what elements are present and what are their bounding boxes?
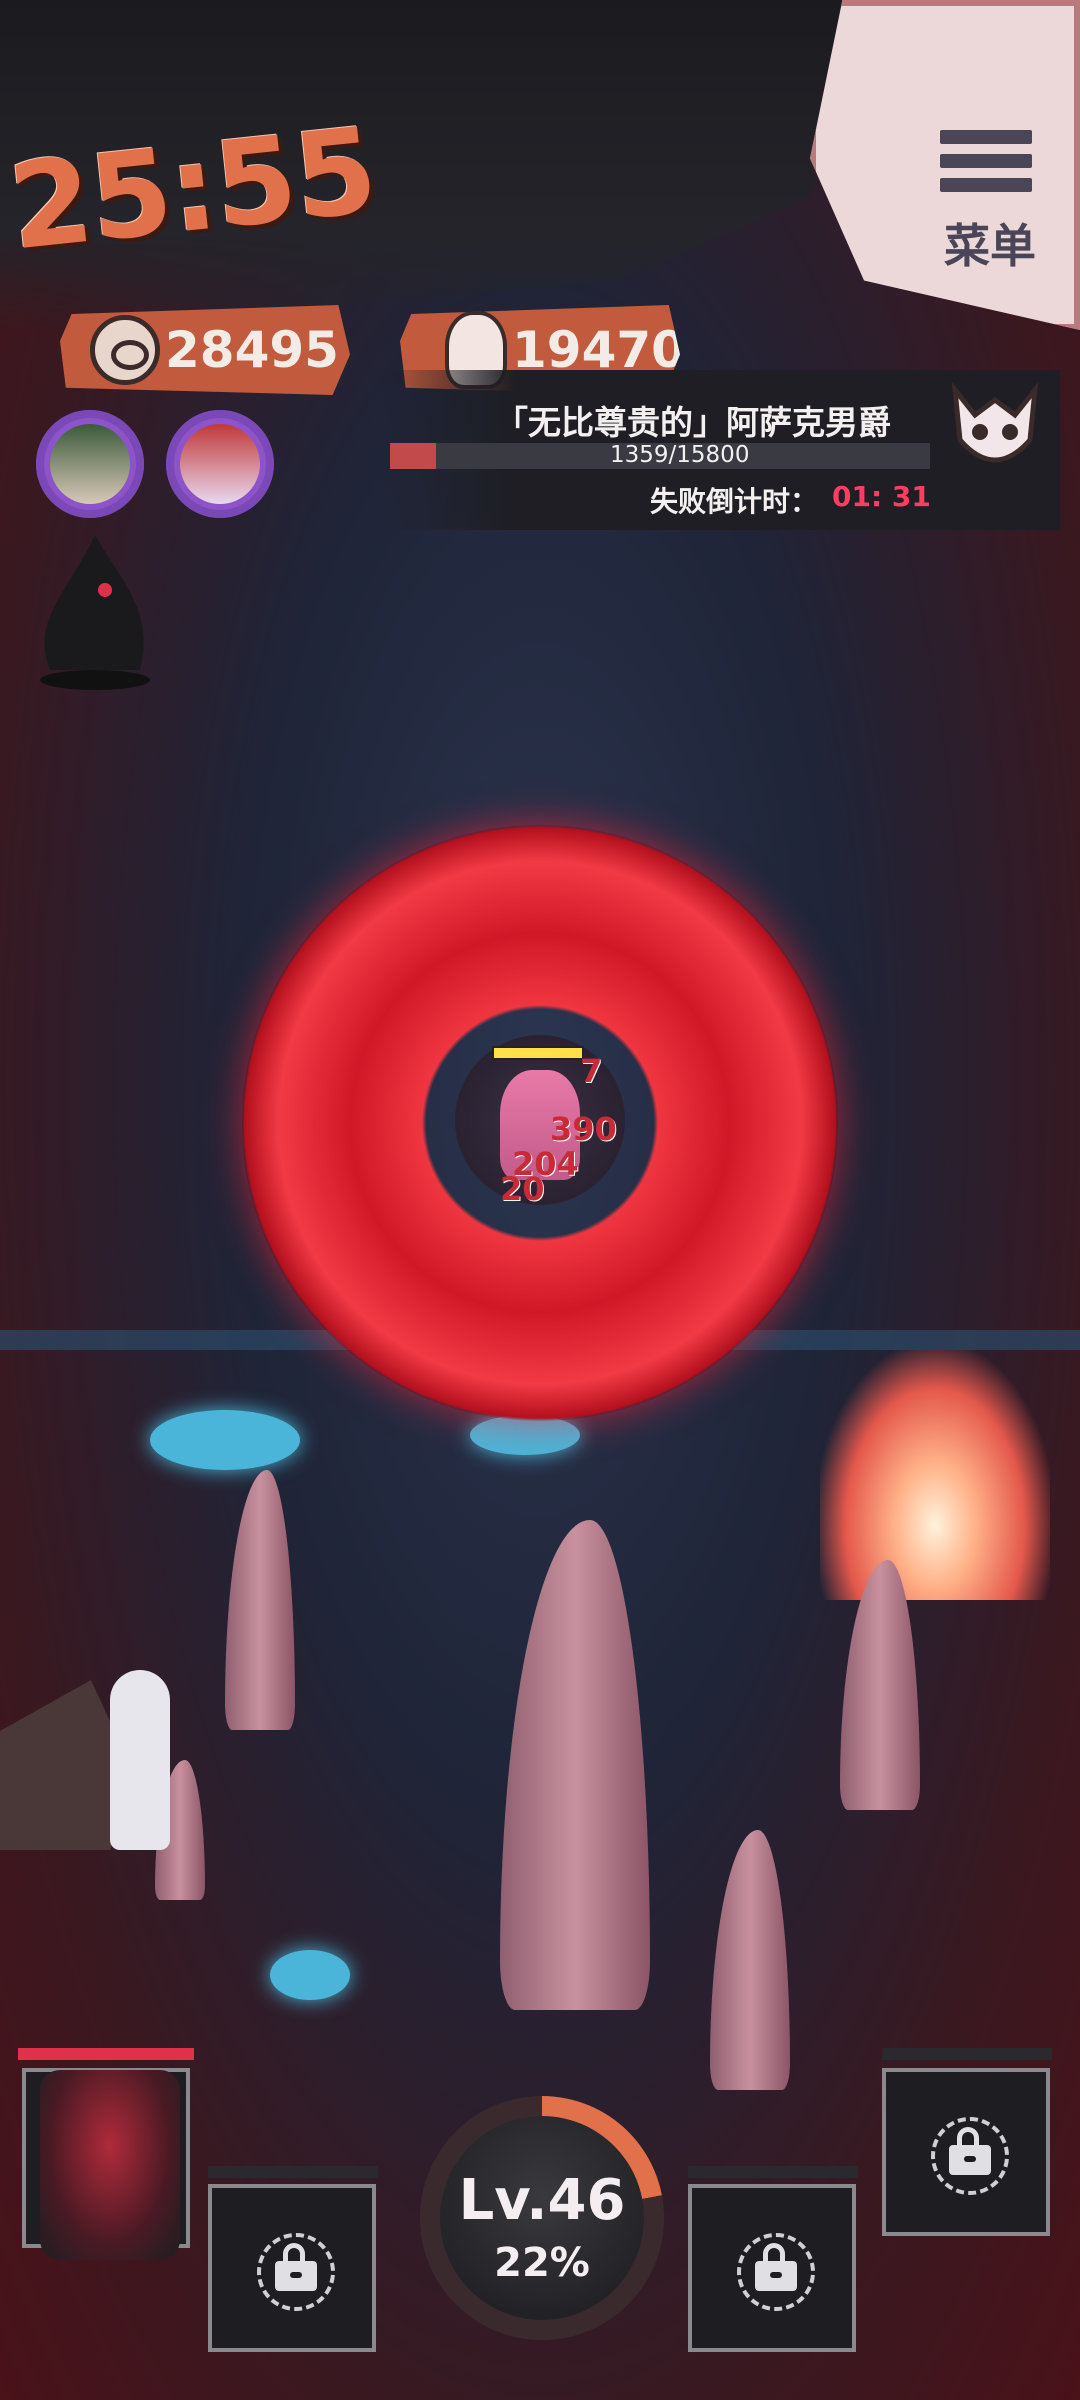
slot-cap [208, 2166, 378, 2178]
slot-cap [882, 2048, 1052, 2060]
lily-pad [470, 1415, 580, 1455]
menu-label[interactable]: 菜单 [930, 210, 1050, 276]
fail-countdown-label: 失败倒计时： [650, 485, 819, 518]
menu-icon[interactable] [940, 130, 1032, 194]
bonfire [820, 1350, 1050, 1600]
skill-slot-3[interactable] [688, 2184, 856, 2352]
boss-name: 「无比尊贵的」阿萨克男爵 [495, 403, 891, 442]
tentacle [710, 1830, 790, 2090]
damage-number: 20 [500, 1170, 545, 1208]
player-hp-bar [492, 1046, 584, 1060]
tentacle [225, 1470, 295, 1730]
hero-portrait-2[interactable] [166, 410, 274, 518]
dark-flame-icon [40, 535, 150, 690]
damage-number: 390 [550, 1110, 617, 1148]
lily-pad [270, 1950, 350, 2000]
boss-emblem-icon [951, 381, 1039, 463]
hero-portrait-1[interactable] [36, 410, 144, 518]
level-progress-text: 22% [494, 2240, 590, 2286]
skill-hp-bar [18, 2048, 194, 2060]
level-label: Lv.46 [458, 2168, 626, 2233]
skill-slot-2[interactable] [208, 2184, 376, 2352]
lily-pad [150, 1410, 300, 1470]
skill-icon-demon [40, 2070, 180, 2260]
lock-icon [257, 2233, 335, 2311]
coin-icon [90, 315, 160, 385]
coin-value: 28495 [165, 321, 339, 379]
damage-number: 7 [580, 1052, 603, 1090]
lock-icon [931, 2117, 1009, 2195]
skill-slot-4[interactable] [882, 2068, 1050, 2236]
coin-counter: 28495 [60, 305, 350, 395]
boss-hp-text: 1359/15800 [610, 442, 750, 468]
slot-cap [688, 2166, 858, 2178]
tentacle [500, 1520, 650, 2010]
fail-countdown-value: 01: 31 [832, 480, 931, 513]
gunner-character [110, 1670, 170, 1850]
lock-icon [737, 2233, 815, 2311]
game-stage: 25:55 菜单 28495 19470 「无比尊贵的」阿萨克男爵 1359/1… [0, 0, 1080, 2400]
